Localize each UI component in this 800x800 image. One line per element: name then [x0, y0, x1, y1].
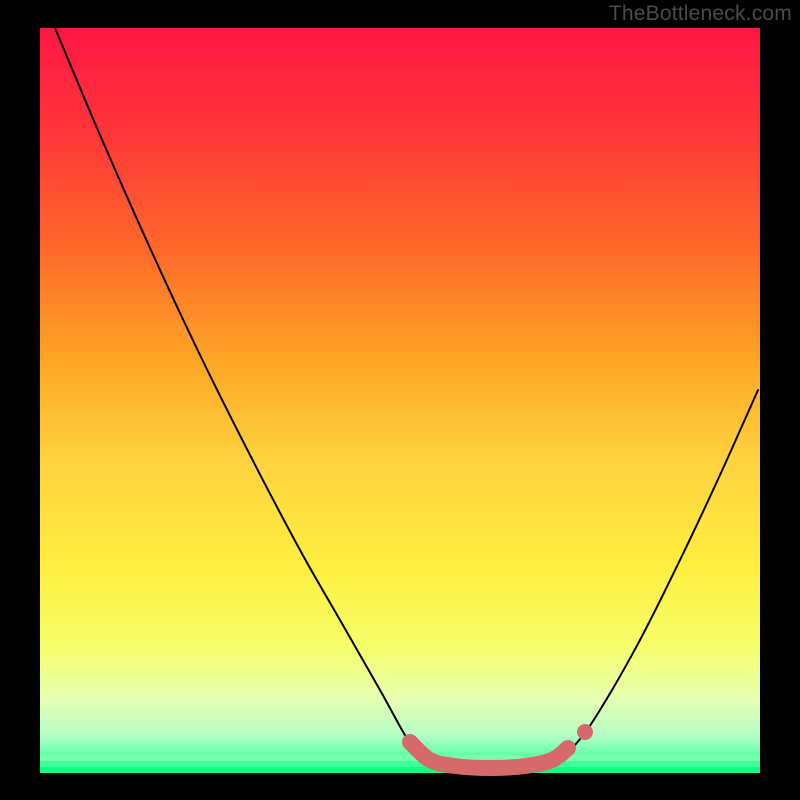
green-band [40, 761, 760, 767]
green-band [40, 755, 760, 761]
chart-stage: TheBottleneck.com [0, 0, 800, 800]
watermark-text: TheBottleneck.com [609, 2, 792, 26]
gradient-background [40, 28, 760, 773]
highlight-dot [577, 724, 593, 740]
green-band [40, 767, 760, 773]
chart-canvas [0, 0, 800, 800]
